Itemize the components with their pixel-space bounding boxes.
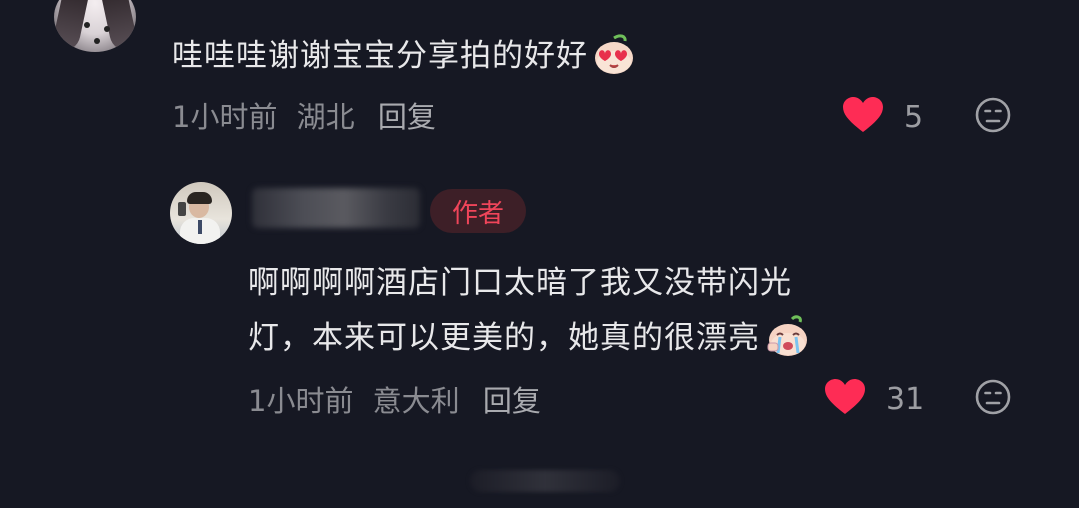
heart-eyes-peach-emoji bbox=[592, 32, 636, 84]
reply-location: 意大利 bbox=[372, 384, 460, 418]
reply-button[interactable]: 回复 bbox=[378, 100, 436, 134]
heart-icon bbox=[842, 96, 884, 138]
dislike-face-icon bbox=[975, 97, 1011, 133]
heart-icon bbox=[824, 378, 866, 420]
watermark-smudge bbox=[470, 470, 620, 492]
author-username-redacted[interactable] bbox=[252, 188, 420, 228]
reply-time: 1小时前 bbox=[248, 384, 354, 418]
like-button[interactable]: 5 bbox=[842, 96, 923, 138]
comment-text: 哇哇哇谢谢宝宝分享拍的好好 bbox=[172, 30, 636, 84]
commenter-avatar[interactable] bbox=[54, 0, 136, 52]
reply-text-line2: 灯，本来可以更美的，她真的很漂亮 bbox=[248, 312, 810, 367]
crying-peach-emoji bbox=[764, 313, 810, 367]
comment-thread: 哇哇哇谢谢宝宝分享拍的好好 1小时前 湖北 回复 5 作者 啊啊啊啊酒店门口太暗… bbox=[0, 0, 1079, 508]
reply-button[interactable]: 回复 bbox=[483, 384, 541, 418]
comment-location: 湖北 bbox=[296, 100, 355, 134]
dislike-button[interactable] bbox=[975, 97, 1011, 133]
author-avatar[interactable] bbox=[170, 182, 232, 244]
like-button[interactable]: 31 bbox=[824, 378, 924, 420]
dislike-face-icon bbox=[975, 379, 1011, 415]
comment-meta: 1小时前 湖北 回复 bbox=[172, 94, 436, 136]
reply-text-line1: 啊啊啊啊酒店门口太暗了我又没带闪光 bbox=[248, 265, 792, 301]
reply-meta: 1小时前 意大利 回复 bbox=[248, 378, 541, 420]
like-count: 31 bbox=[886, 381, 925, 417]
dislike-button[interactable] bbox=[975, 379, 1011, 415]
like-count: 5 bbox=[904, 99, 924, 135]
comment-time: 1小时前 bbox=[172, 100, 278, 134]
author-badge: 作者 bbox=[430, 189, 526, 233]
